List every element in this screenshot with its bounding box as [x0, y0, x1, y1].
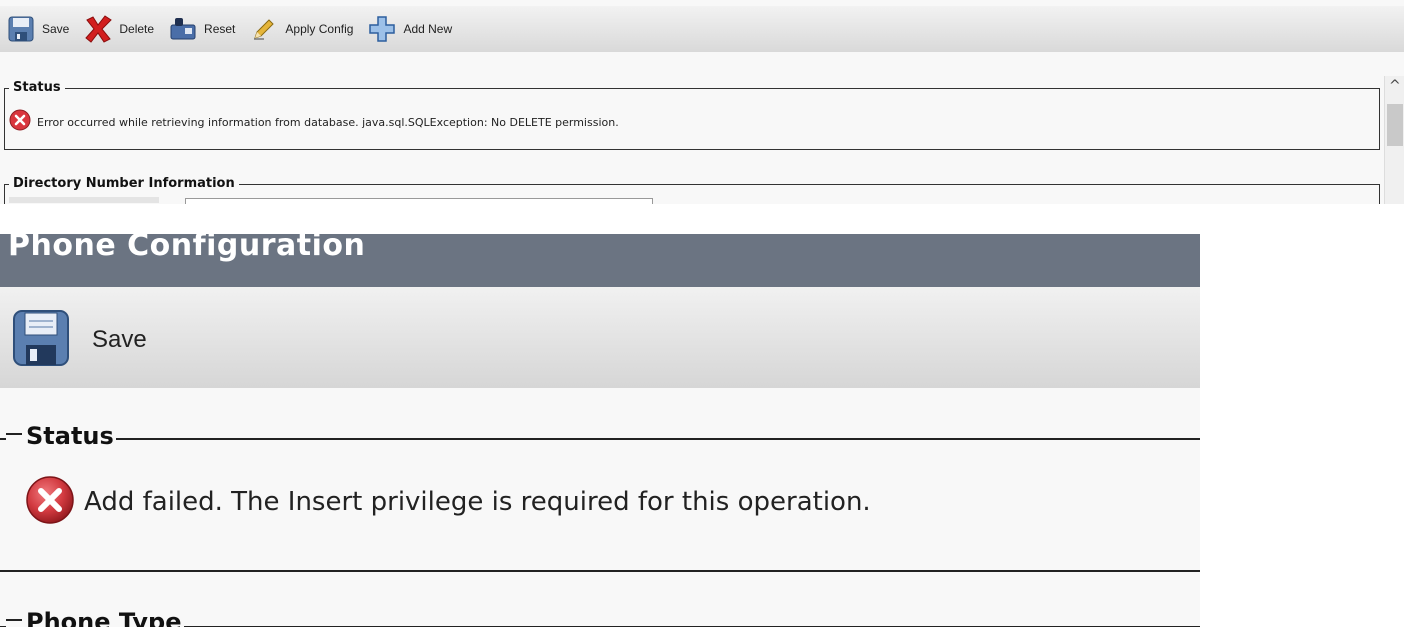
- scrollbar-thumb[interactable]: [1387, 104, 1403, 146]
- apply-config-button[interactable]: Apply Config: [249, 9, 353, 49]
- save-label: Save: [42, 22, 70, 36]
- page-title: Phone Configuration: [8, 234, 366, 263]
- phone-type-legend: Phone Type: [6, 608, 184, 627]
- directory-number-section: Directory Number Information: [4, 176, 1380, 204]
- status-legend-text: Status: [26, 422, 114, 450]
- save-label: Save: [92, 326, 147, 353]
- vertical-scrollbar[interactable]: ^: [1384, 76, 1404, 204]
- error-circle-icon: [9, 109, 31, 135]
- status-error-row: Error occurred while retrieving informat…: [9, 109, 619, 135]
- add-new-button[interactable]: Add New: [367, 9, 452, 49]
- screenshot-panel-bottom: Phone Configuration Save Status Add fail…: [0, 234, 1200, 627]
- scroll-up-arrow-icon[interactable]: ^: [1389, 78, 1401, 94]
- status-error-message: Error occurred while retrieving informat…: [37, 115, 619, 129]
- pencil-icon: [249, 14, 279, 44]
- floppy-disk-icon: [6, 14, 36, 44]
- status-section: Status Add failed. The Insert privilege …: [0, 422, 1200, 572]
- add-new-label: Add New: [403, 22, 453, 36]
- blue-plus-icon: [367, 14, 397, 44]
- phone-type-legend-text: Phone Type: [26, 608, 182, 627]
- page: Save Delete Reset Apply Config Add New S…: [0, 0, 1404, 627]
- page-header: Phone Configuration: [0, 234, 1200, 287]
- directory-number-field-label: [9, 197, 159, 203]
- floppy-disk-icon: [12, 309, 70, 371]
- delete-label: Delete: [119, 22, 155, 36]
- status-error-message: Add failed. The Insert privilege is requ…: [84, 487, 871, 517]
- red-x-delete-icon: [83, 14, 113, 44]
- reset-phone-icon: [168, 14, 198, 44]
- status-legend: Status: [6, 422, 116, 450]
- directory-number-input[interactable]: [185, 198, 653, 204]
- error-circle-icon: [24, 474, 76, 530]
- reset-label: Reset: [204, 22, 236, 36]
- toolbar: Save: [0, 287, 1200, 388]
- save-button[interactable]: Save: [6, 9, 69, 49]
- save-button[interactable]: Save: [12, 309, 147, 371]
- apply-config-label: Apply Config: [285, 22, 354, 36]
- status-error-row: Add failed. The Insert privilege is requ…: [24, 474, 871, 530]
- screenshot-panel-top: Save Delete Reset Apply Config Add New S…: [0, 0, 1404, 204]
- status-section: Status Error occurred while retrieving i…: [4, 80, 1380, 150]
- delete-button[interactable]: Delete: [83, 9, 154, 49]
- reset-button[interactable]: Reset: [168, 9, 235, 49]
- status-legend: Status: [9, 80, 65, 95]
- toolbar: Save Delete Reset Apply Config Add New: [0, 6, 1404, 52]
- directory-number-legend: Directory Number Information: [9, 176, 239, 191]
